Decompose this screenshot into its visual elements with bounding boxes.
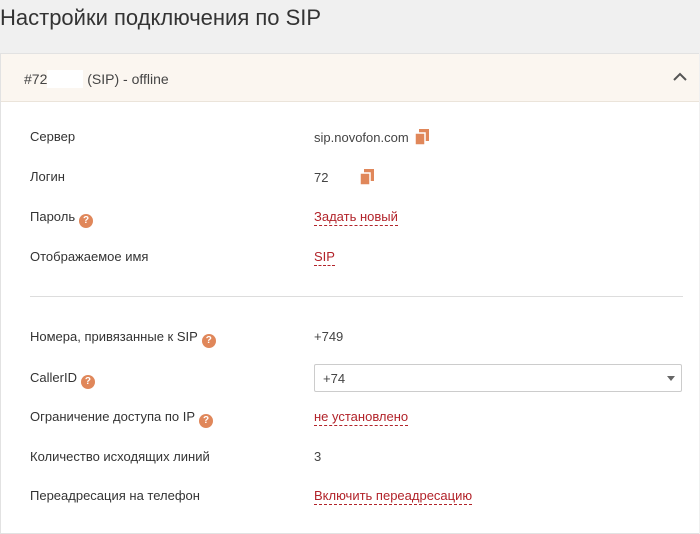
outgoing-lines-label: Количество исходящих линий — [30, 449, 210, 464]
numbers-row: Номера, привязанные к SIP? +749 — [30, 327, 690, 349]
numbers-label: Номера, привязанные к SIP — [30, 329, 198, 344]
login-label: Логин — [30, 169, 65, 184]
help-icon[interactable]: ? — [80, 375, 95, 389]
display-name-value: SIP — [314, 249, 335, 266]
forwarding-row: Переадресация на телефон Включить переад… — [30, 486, 690, 508]
forwarding-value: Включить переадресацию — [314, 488, 473, 505]
password-value: Задать новый — [314, 209, 398, 226]
display-name-link[interactable]: SIP — [314, 249, 335, 266]
page-title: Настройки подключения по SIP — [0, 5, 322, 30]
server-value-text: sip.novofon.com — [314, 130, 409, 145]
copy-icon[interactable] — [414, 129, 429, 145]
ip-restriction-link[interactable]: не установлено — [314, 409, 409, 426]
display-name-row: Отображаемое имя SIP — [30, 247, 690, 269]
server-value: sip.novofon.com — [314, 129, 429, 145]
forwarding-label: Переадресация на телефон — [30, 488, 200, 503]
display-name-label: Отображаемое имя — [30, 249, 149, 264]
redaction-mask — [47, 70, 84, 88]
server-row: Сервер sip.novofon.com — [30, 127, 690, 149]
section-divider — [30, 296, 683, 297]
set-new-password-link[interactable]: Задать новый — [314, 209, 398, 226]
chevron-up-icon[interactable] — [671, 68, 689, 86]
caller-id-value: +74 — [323, 371, 346, 386]
help-icon[interactable]: ? — [201, 334, 216, 348]
caller-id-label: CallerID — [30, 370, 77, 385]
enable-forwarding-link[interactable]: Включить переадресацию — [314, 488, 473, 505]
password-row: Пароль? Задать новый — [30, 207, 690, 229]
login-value-text: 72 — [314, 170, 329, 185]
password-label-wrap: Пароль? — [30, 209, 94, 228]
account-status: (SIP) - offline — [87, 71, 169, 87]
login-value: 72 — [314, 169, 375, 185]
numbers-value: +749 — [314, 329, 344, 344]
ip-restriction-label: Ограничение доступа по IP — [30, 409, 196, 424]
ip-restriction-label-wrap: Ограничение доступа по IP? — [30, 409, 214, 428]
sip-account-card: #72 (SIP) - offline Сервер sip.novofon.c… — [0, 53, 699, 534]
login-row: Логин 72 — [30, 167, 690, 189]
password-label: Пароль — [30, 209, 76, 224]
ip-restriction-row: Ограничение доступа по IP? не установлен… — [30, 407, 690, 429]
account-title: #72 (SIP) - offline — [24, 70, 169, 88]
outgoing-lines-row: Количество исходящих линий 3 — [30, 447, 690, 469]
copy-icon[interactable] — [360, 169, 375, 185]
outgoing-lines-value: 3 — [314, 449, 322, 464]
caret-down-icon — [667, 376, 675, 381]
caller-id-row: CallerID? +74 — [30, 364, 690, 392]
ip-restriction-value: не установлено — [314, 409, 409, 426]
server-label: Сервер — [30, 129, 76, 144]
numbers-label-wrap: Номера, привязанные к SIP? — [30, 329, 216, 348]
help-icon[interactable]: ? — [79, 214, 94, 228]
card-header[interactable]: #72 (SIP) - offline — [1, 54, 699, 102]
caller-id-label-wrap: CallerID? — [30, 370, 95, 389]
caller-id-select[interactable]: +74 — [314, 364, 682, 392]
account-number: #72 — [24, 71, 48, 87]
help-icon[interactable]: ? — [199, 414, 214, 428]
